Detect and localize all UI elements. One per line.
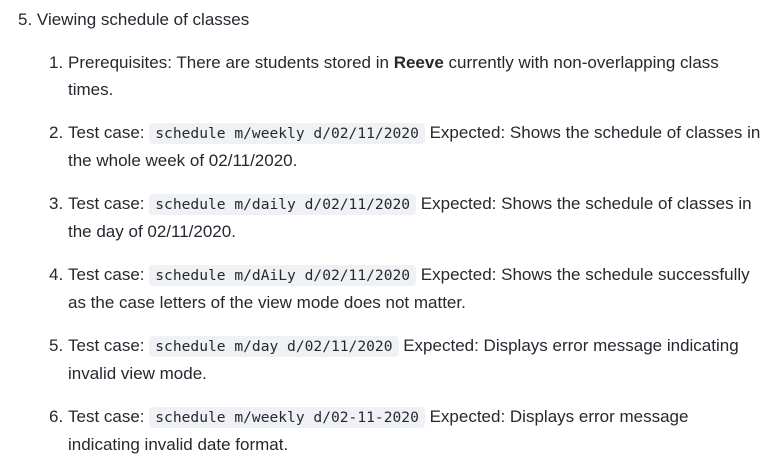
section-title: Viewing schedule of classes	[36, 10, 250, 29]
list-item-text: Test case:	[68, 265, 150, 284]
command-code: schedule m/dAiLy d/02/11/2020	[149, 265, 417, 286]
command-code: schedule m/weekly d/02-11-2020	[149, 407, 425, 428]
command-code: schedule m/day d/02/11/2020	[149, 336, 399, 357]
list-item-number: 4.	[49, 265, 64, 284]
document-page: 5. Viewing schedule of classes 1. Prereq…	[0, 0, 772, 461]
list-item-text: Test case:	[68, 407, 150, 426]
section-number: 5.	[18, 10, 33, 29]
app-name: Reeve	[393, 53, 444, 72]
list-item-number: 1.	[49, 53, 64, 72]
list-item-text: Test case:	[68, 123, 150, 142]
list-item-test-case: 2. Test case: schedule m/weekly d/02/11/…	[49, 119, 763, 174]
command-code: schedule m/daily d/02/11/2020	[149, 194, 417, 215]
list-item-test-case: 5. Test case: schedule m/day d/02/11/202…	[49, 332, 763, 387]
list-item-text: Prerequisites: There are students stored…	[68, 53, 394, 72]
list-item-text: Test case:	[68, 336, 150, 355]
list-item-test-case: 4. Test case: schedule m/dAiLy d/02/11/2…	[49, 261, 763, 316]
command-code: schedule m/weekly d/02/11/2020	[149, 123, 425, 144]
list-item-test-case: 3. Test case: schedule m/daily d/02/11/2…	[49, 190, 763, 245]
test-case-list: 1. Prerequisites: There are students sto…	[49, 49, 763, 474]
list-item-prerequisites: 1. Prerequisites: There are students sto…	[49, 49, 763, 103]
list-item-text: Test case:	[68, 194, 150, 213]
list-item-number: 5.	[49, 336, 64, 355]
list-item-number: 6.	[49, 407, 64, 426]
section-heading: 5. Viewing schedule of classes	[18, 8, 249, 32]
list-item-number: 3.	[49, 194, 64, 213]
list-item-number: 2.	[49, 123, 64, 142]
list-item-test-case: 6. Test case: schedule m/weekly d/02-11-…	[49, 403, 763, 458]
